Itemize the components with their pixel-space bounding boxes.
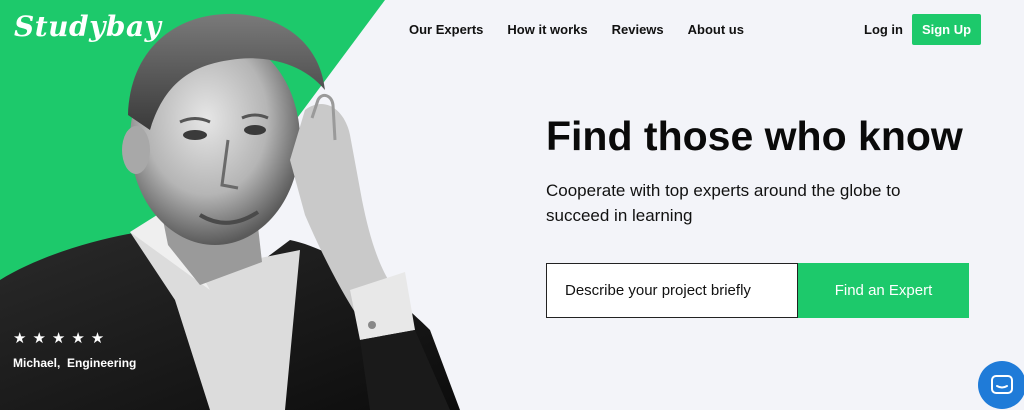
- project-description-input[interactable]: [546, 263, 798, 318]
- project-search-form: Find an Expert: [546, 263, 969, 318]
- login-link[interactable]: Log in: [864, 22, 903, 37]
- studybay-logo[interactable]: Studybay: [14, 10, 161, 43]
- nav-our-experts[interactable]: Our Experts: [409, 22, 483, 37]
- chat-bubble-icon[interactable]: [978, 361, 1024, 409]
- hero-subtitle: Cooperate with top experts around the gl…: [546, 181, 901, 225]
- nav-about-us[interactable]: About us: [688, 22, 744, 37]
- rating-stars: ★★★★★: [13, 330, 111, 347]
- nav-how-it-works[interactable]: How it works: [507, 22, 587, 37]
- nav-reviews[interactable]: Reviews: [612, 22, 664, 37]
- expert-portrait: [0, 13, 460, 410]
- expert-name-label: Michael, Engineering: [13, 356, 137, 370]
- signup-button[interactable]: Sign Up: [912, 14, 981, 45]
- chat-icon: [991, 375, 1013, 394]
- main-nav: Our Experts How it works Reviews About u…: [409, 22, 744, 37]
- hero-title: Find those who know: [546, 113, 963, 159]
- find-expert-button[interactable]: Find an Expert: [798, 263, 969, 318]
